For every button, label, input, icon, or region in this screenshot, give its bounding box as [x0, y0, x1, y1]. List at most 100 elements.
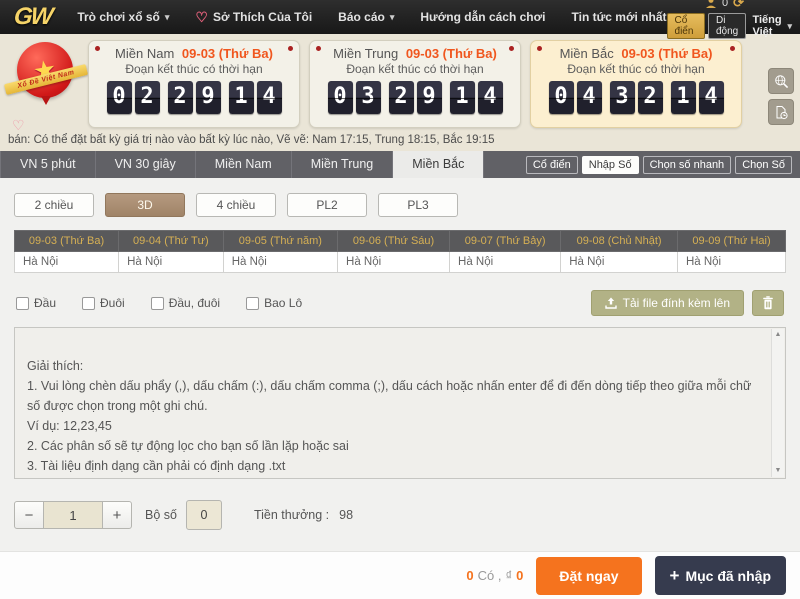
- minus-button[interactable]: −: [14, 501, 44, 529]
- skin-classic-button[interactable]: Cổ điển: [667, 13, 705, 39]
- panel-title: Miền Trung 09-03 (Thứ Ba): [310, 46, 520, 61]
- plus-icon: +: [670, 567, 680, 584]
- indicator-dot: [537, 46, 542, 51]
- brand-logo[interactable]: GW: [13, 3, 53, 31]
- checkbox-dau-duoi[interactable]: Đầu, đuôi: [151, 296, 220, 310]
- stake-controls: − 1 + Bộ số 0 Tiền thưởng : 98: [14, 500, 786, 530]
- checkbox-box[interactable]: [16, 297, 29, 310]
- tab-mien-bac[interactable]: Miền Bắc: [393, 151, 484, 178]
- checkbox-bao-lo[interactable]: Bao Lô: [246, 296, 302, 310]
- user-icon[interactable]: [705, 0, 717, 9]
- mode-chon-so[interactable]: Chọn Số: [735, 156, 792, 174]
- countdown-panel-mien-nam[interactable]: Miền Nam 09-03 (Thứ Ba) Đoạn kết thúc có…: [88, 40, 300, 128]
- countdown-timer: 04 32 14: [531, 81, 741, 114]
- skin-switcher: Cổ điển Di động Tiếng Việt ▾: [667, 13, 792, 39]
- schedule-city[interactable]: Hà Nội: [338, 252, 450, 273]
- plus-button[interactable]: +: [102, 501, 132, 529]
- menu-item-reports[interactable]: Báo cáo ▾: [338, 10, 394, 24]
- tab-mien-nam[interactable]: Miền Nam: [196, 151, 292, 178]
- tab-vn-5-phut[interactable]: VN 5 phút: [0, 151, 96, 178]
- number-entry-textarea[interactable]: Giải thích: 1. Vui lòng chèn dấu phẩy (,…: [14, 327, 786, 479]
- mascot-logo: ★ Xổ Đề Việt Nam ♡: [4, 40, 88, 134]
- globe-search-icon[interactable]: [768, 68, 794, 94]
- countdown-panel-mien-trung[interactable]: Miền Trung 09-03 (Thứ Ba) Đoạn kết thúc …: [309, 40, 521, 128]
- timer-digit: 3: [356, 81, 381, 114]
- timer-digit: 9: [417, 81, 442, 114]
- schedule-date: 09-06 (Thứ Sáu): [338, 231, 450, 252]
- skin-mobile-button[interactable]: Di động: [708, 13, 746, 39]
- schedule-city[interactable]: Hà Nội: [450, 252, 561, 273]
- checkbox-box[interactable]: [82, 297, 95, 310]
- bet-summary: 0 Có , ₫ 0: [466, 568, 523, 583]
- countdown-section: ★ Xổ Đề Việt Nam ♡ Miền Nam 09-03 (Thứ B…: [0, 34, 800, 134]
- bettype-2-chieu[interactable]: 2 chiều: [14, 193, 94, 217]
- upload-file-button[interactable]: Tải file đính kèm lên: [591, 290, 744, 316]
- checkbox-dau[interactable]: Đầu: [16, 296, 56, 310]
- mode-co-dien[interactable]: Cổ điển: [526, 156, 578, 174]
- region-tab-bar: VN 5 phút VN 30 giây Miền Nam Miền Trung…: [0, 151, 800, 178]
- scrollbar[interactable]: ▲ ▼: [771, 329, 784, 477]
- countdown-panel-mien-bac[interactable]: Miền Bắc 09-03 (Thứ Ba) Đoạn kết thúc có…: [530, 40, 742, 128]
- main-menu: Trò chơi xổ số ▾ ♡ Sở Thích Của Tôi Báo …: [77, 9, 666, 26]
- panel-title: Miền Nam 09-03 (Thứ Ba): [89, 46, 299, 61]
- bettype-pl3[interactable]: PL3: [378, 193, 458, 217]
- panel-subtitle: Đoạn kết thúc có thời hạn: [89, 62, 299, 76]
- checkbox-label: Đuôi: [100, 296, 125, 310]
- panel-subtitle: Đoạn kết thúc có thời hạn: [310, 62, 520, 76]
- timer-digit: 0: [328, 81, 353, 114]
- schedule-city[interactable]: Hà Nội: [15, 252, 119, 273]
- checkbox-label: Đầu: [34, 296, 56, 310]
- bottom-action-bar: 0 Có , ₫ 0 Đặt ngay + Mục đã nhập: [0, 551, 800, 599]
- entered-items-button[interactable]: + Mục đã nhập: [655, 556, 787, 595]
- top-nav: GW Trò chơi xổ số ▾ ♡ Sở Thích Của Tôi B…: [0, 0, 800, 34]
- trash-icon[interactable]: [752, 290, 784, 316]
- multiplier-stepper: − 1 +: [14, 501, 132, 529]
- multiplier-input[interactable]: 1: [44, 501, 102, 529]
- schedule-date: 09-08 (Chủ Nhật): [561, 231, 678, 252]
- schedule-city[interactable]: Hà Nội: [119, 252, 224, 273]
- menu-item-news[interactable]: Tin tức mới nhất: [572, 10, 667, 24]
- schedule-city[interactable]: Hà Nội: [561, 252, 678, 273]
- region-name: Miền Bắc: [560, 46, 614, 61]
- tab-vn-30-giay[interactable]: VN 30 giây: [96, 151, 196, 178]
- schedule-city[interactable]: Hà Nội: [223, 252, 337, 273]
- bettype-pl2[interactable]: PL2: [287, 193, 367, 217]
- timer-digit: 3: [610, 81, 635, 114]
- menu-item-lottery-games[interactable]: Trò chơi xổ số ▾: [77, 10, 169, 24]
- panel-title: Miền Bắc 09-03 (Thứ Ba): [531, 46, 741, 61]
- region-name: Miền Nam: [115, 46, 174, 61]
- file-history-icon[interactable]: [768, 99, 794, 125]
- reward-value: 98: [339, 508, 353, 522]
- upload-label: Tải file đính kèm lên: [623, 296, 730, 310]
- timer-digit: 2: [389, 81, 414, 114]
- panel-subtitle: Đoạn kết thúc có thời hạn: [531, 62, 741, 76]
- side-tools: [768, 40, 794, 125]
- caret-down-icon: ▾: [390, 12, 395, 23]
- refresh-icon[interactable]: ⟳: [733, 0, 744, 11]
- bettype-3d[interactable]: 3D: [105, 193, 185, 217]
- schedule-date: 09-04 (Thứ Tư): [119, 231, 224, 252]
- entered-items-label: Mục đã nhập: [685, 568, 771, 584]
- reward-label: Tiền thưởng :: [254, 508, 329, 522]
- menu-item-label: Trò chơi xổ số: [77, 10, 160, 24]
- menu-item-how-to-play[interactable]: Hướng dẫn cách chơi: [420, 10, 545, 24]
- checkbox-duoi[interactable]: Đuôi: [82, 296, 125, 310]
- schedule-city[interactable]: Hà Nội: [677, 252, 785, 273]
- tab-mien-trung[interactable]: Miền Trung: [292, 151, 394, 178]
- bettype-4-chieu[interactable]: 4 chiều: [196, 193, 276, 217]
- menu-item-favorites[interactable]: ♡ Sở Thích Của Tôi: [195, 9, 312, 26]
- mode-nhap-so[interactable]: Nhập Số: [582, 156, 639, 174]
- heart-icon[interactable]: ♡: [12, 117, 25, 134]
- indicator-dot: [95, 46, 100, 51]
- checkbox-box[interactable]: [151, 297, 164, 310]
- language-selector[interactable]: Tiếng Việt ▾: [752, 14, 792, 38]
- schedule-date: 09-07 (Thứ Bảy): [450, 231, 561, 252]
- scroll-down-icon[interactable]: ▼: [772, 465, 784, 477]
- timer-digit: 1: [450, 81, 475, 114]
- lottery-page: GW Trò chơi xổ số ▾ ♡ Sở Thích Của Tôi B…: [0, 0, 800, 599]
- checkbox-box[interactable]: [246, 297, 259, 310]
- place-bet-button[interactable]: Đặt ngay: [536, 557, 641, 595]
- mode-chon-so-nhanh[interactable]: Chọn số nhanh: [643, 156, 732, 174]
- indicator-dot: [730, 46, 735, 51]
- scroll-up-icon[interactable]: ▲: [772, 329, 784, 341]
